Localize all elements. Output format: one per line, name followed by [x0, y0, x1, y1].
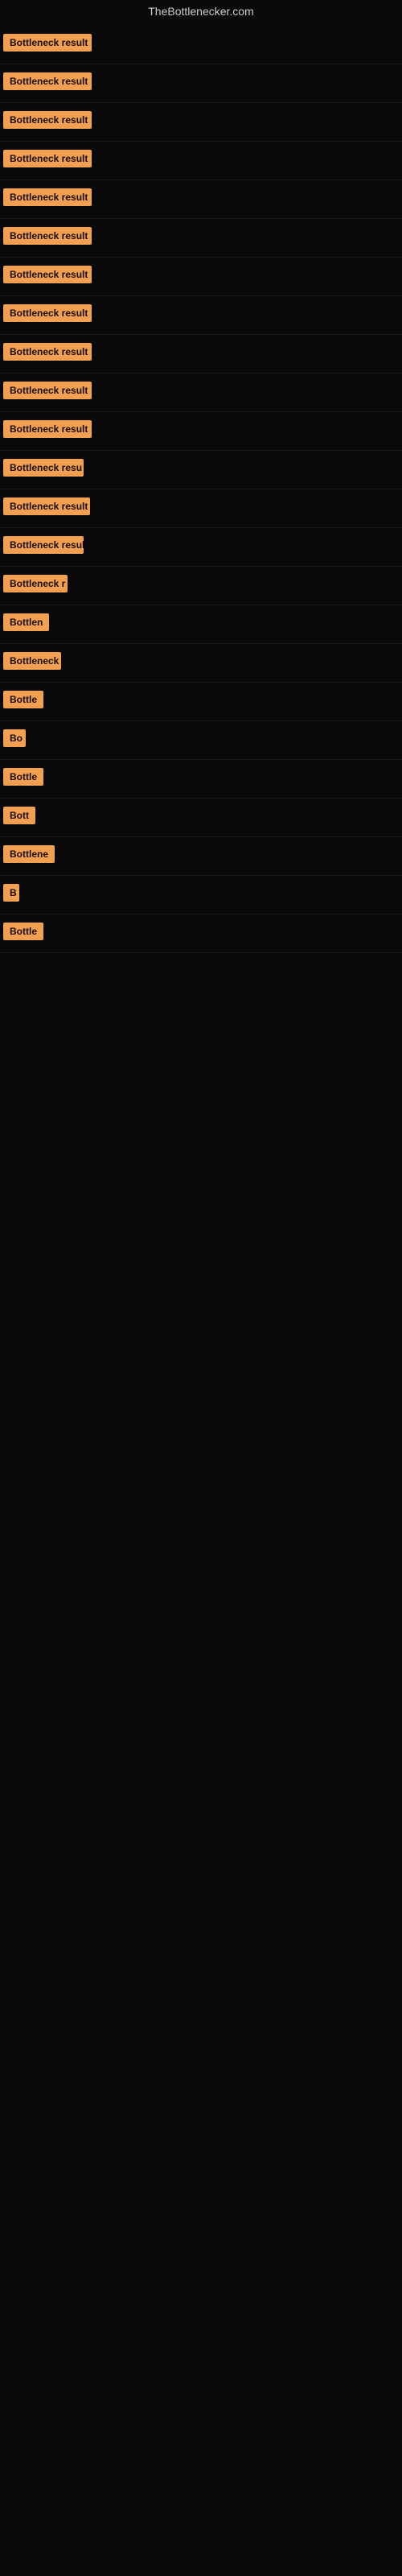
bottleneck-result-badge[interactable]: Bottleneck r — [3, 575, 68, 592]
list-item: Bottleneck r — [0, 567, 402, 605]
bottleneck-result-badge[interactable]: Bo — [3, 729, 26, 747]
list-item: Bottleneck result — [0, 219, 402, 258]
bottleneck-result-badge[interactable]: Bottleneck — [3, 652, 61, 670]
list-item: Bottleneck — [0, 644, 402, 683]
list-item: Bottleneck result — [0, 26, 402, 64]
bottleneck-result-badge[interactable]: Bottleneck result — [3, 227, 92, 245]
bottleneck-result-badge[interactable]: Bottle — [3, 691, 43, 708]
bottleneck-result-badge[interactable]: Bottleneck result — [3, 497, 90, 515]
list-item: Bottleneck result — [0, 142, 402, 180]
list-item: Bottleneck result — [0, 180, 402, 219]
bottleneck-result-badge[interactable]: Bottleneck result — [3, 72, 92, 90]
bottleneck-result-badge[interactable]: Bottleneck result — [3, 34, 92, 52]
list-item: Bottlene — [0, 837, 402, 876]
bottleneck-result-badge[interactable]: Bottlen — [3, 613, 49, 631]
bottleneck-result-badge[interactable]: Bottleneck resul — [3, 536, 84, 554]
list-item: Bottle — [0, 914, 402, 953]
site-title: TheBottlenecker.com — [0, 0, 402, 26]
list-item: Bottleneck resul — [0, 528, 402, 567]
list-item: Bottleneck result — [0, 489, 402, 528]
list-item: Bo — [0, 721, 402, 760]
list-item: Bottleneck result — [0, 335, 402, 374]
bottleneck-result-badge[interactable]: Bottleneck result — [3, 304, 92, 322]
list-item: Bottlen — [0, 605, 402, 644]
bottleneck-result-badge[interactable]: Bottleneck result — [3, 150, 92, 167]
bottleneck-result-badge[interactable]: B — [3, 884, 19, 902]
rows-container: Bottleneck result Bottleneck result Bottle… — [0, 26, 402, 953]
bottleneck-result-badge[interactable]: Bottleneck result — [3, 188, 92, 206]
bottleneck-result-badge[interactable]: Bottleneck result — [3, 420, 92, 438]
bottleneck-result-badge[interactable]: Bottleneck result — [3, 343, 92, 361]
list-item: Bottleneck resu — [0, 451, 402, 489]
list-item: Bottle — [0, 760, 402, 799]
list-item: Bottle — [0, 683, 402, 721]
bottleneck-result-badge[interactable]: Bottlene — [3, 845, 55, 863]
bottleneck-result-badge[interactable]: Bottle — [3, 923, 43, 940]
bottleneck-result-badge[interactable]: Bottleneck result — [3, 266, 92, 283]
bottleneck-result-badge[interactable]: Bott — [3, 807, 35, 824]
list-item: Bottleneck result — [0, 103, 402, 142]
bottleneck-result-badge[interactable]: Bottle — [3, 768, 43, 786]
site-header: TheBottlenecker.com — [0, 0, 402, 26]
bottleneck-result-badge[interactable]: Bottleneck result — [3, 111, 92, 129]
list-item: Bottleneck result — [0, 374, 402, 412]
list-item: Bottleneck result — [0, 296, 402, 335]
list-item: Bottleneck result — [0, 412, 402, 451]
bottleneck-result-badge[interactable]: Bottleneck result — [3, 382, 92, 399]
bottleneck-result-badge[interactable]: Bottleneck resu — [3, 459, 84, 477]
list-item: Bottleneck result — [0, 64, 402, 103]
list-item: Bott — [0, 799, 402, 837]
list-item: B — [0, 876, 402, 914]
list-item: Bottleneck result — [0, 258, 402, 296]
